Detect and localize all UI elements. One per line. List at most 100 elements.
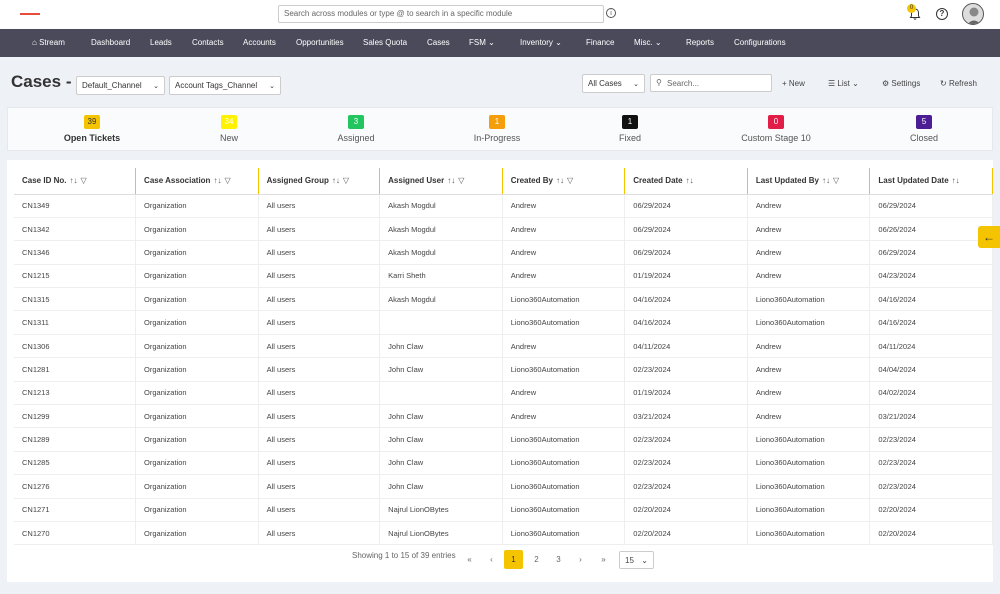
table-row[interactable]: CN1311 Organization All users Liono360Autom… [14,310,993,335]
table-row[interactable]: CN1315 Organization All users Akash Mogdul L… [14,287,993,312]
table-cell: 02/23/2024 [624,357,748,382]
table-row[interactable]: CN1342 Organization All users Akash Mogdul A… [14,217,993,242]
column-header[interactable]: Case Association ↑↓ ▽ [135,168,259,195]
sort-icon[interactable]: ↑↓ [822,176,830,185]
table-cell: CN1311 [14,310,137,335]
nav-item-stream[interactable]: ⌂ Stream [32,38,65,47]
stage-open-tickets[interactable]: 39 Open Tickets [37,115,147,143]
table-row[interactable]: CN1289 Organization All users John Claw Lion… [14,427,993,452]
search-input[interactable]: ⚲ Search... [650,74,772,92]
table-row[interactable]: CN1271 Organization All users Najrul LionOB… [14,498,993,522]
stage-closed[interactable]: 5 Closed [869,115,979,143]
app-logo[interactable] [20,13,40,15]
nav-item-accounts[interactable]: Accounts [243,38,276,47]
column-header[interactable]: Last Updated Date ↑↓ [869,168,993,195]
table-cell: Najrul LionOBytes [379,521,503,546]
sort-icon[interactable]: ↑↓ [69,176,77,185]
table-cell: 03/21/2024 [869,404,993,429]
sort-icon[interactable]: ↑↓ [213,176,221,185]
next-page-button[interactable]: › [571,550,590,569]
table-row[interactable]: CN1299 Organization All users John Claw Andr… [14,404,993,429]
filter-icon[interactable]: ▽ [567,176,573,185]
table-cell: 06/29/2024 [624,194,748,218]
nav-item-configurations[interactable]: Configurations [734,38,786,47]
settings-button[interactable]: ⚙ Settings [882,79,920,88]
nav-item-misc[interactable]: Misc. ⌄ [634,38,662,47]
table-cell: CN1281 [14,357,137,382]
per-page-select[interactable]: 15 ⌄ [619,551,654,569]
list-view-button[interactable]: ☰ List ⌄ [828,79,859,88]
nav-item-dashboard[interactable]: Dashboard [91,38,130,47]
table-cell: All users [258,451,381,476]
filter-select[interactable]: All Cases ⌄ [582,74,645,93]
table-row[interactable]: CN1213 Organization All users Andrew 01/19/2… [14,381,993,406]
channel-select[interactable]: Default_Channel ⌄ [76,76,165,95]
page-button-1[interactable]: 1 [504,550,523,569]
column-label: Case Association [144,176,211,186]
side-panel-toggle[interactable]: ← [978,226,1000,248]
refresh-button[interactable]: ↻ Refresh [940,79,977,88]
table-cell: Organization [135,217,259,242]
filter-icon[interactable]: ▽ [343,176,349,185]
column-header[interactable]: Assigned Group ↑↓ ▽ [258,168,381,195]
stage-assigned[interactable]: 3 Assigned [301,115,411,143]
sort-icon[interactable]: ↑↓ [952,176,960,185]
table-row[interactable]: CN1281 Organization All users John Claw Lion… [14,357,993,382]
filter-icon[interactable]: ▽ [458,176,464,185]
table-cell: Organization [135,451,259,476]
table-row[interactable]: CN1349 Organization All users Akash Mogdul A… [14,194,993,218]
table-cell: Liono360Automation [747,451,871,476]
table-row[interactable]: CN1215 Organization All users Karri Sheth An… [14,264,993,289]
table-row[interactable]: CN1346 Organization All users Akash Mogdul A… [14,240,993,265]
table-cell: Andrew [747,381,871,406]
stage-label: Closed [909,133,938,143]
column-header[interactable]: Case ID No. ↑↓ ▽ [14,168,137,195]
table-cell: 04/16/2024 [624,310,748,335]
column-header[interactable]: Created Date ↑↓ [624,168,748,195]
filter-icon[interactable]: ▽ [833,176,839,185]
page-button-3[interactable]: 3 [549,550,568,569]
stage-fixed[interactable]: 1 Fixed [575,115,685,143]
table-row[interactable]: CN1306 Organization All users John Claw Andr… [14,334,993,359]
stage-new[interactable]: 34 New [174,115,284,143]
table-row[interactable]: CN1285 Organization All users John Claw Lion… [14,451,993,476]
nav-item-sales-quota[interactable]: Sales Quota [363,38,407,47]
nav-item-leads[interactable]: Leads [150,38,172,47]
column-header[interactable]: Assigned User ↑↓ ▽ [379,168,503,195]
avatar[interactable] [962,3,984,25]
table-cell: 06/29/2024 [624,240,748,265]
sort-icon[interactable]: ↑↓ [447,176,455,185]
table-cell: All users [258,334,381,359]
first-page-button[interactable]: « [460,550,479,569]
help-icon[interactable]: ? [936,8,948,20]
user-avatar-icon [967,7,981,24]
filter-icon[interactable]: ▽ [80,176,86,185]
nav-item-inventory[interactable]: Inventory ⌄ [520,38,562,47]
nav-item-contacts[interactable]: Contacts [192,38,224,47]
nav-item-finance[interactable]: Finance [586,38,614,47]
table-row[interactable]: CN1270 Organization All users Najrul LionOB… [14,521,993,546]
nav-item-fsm[interactable]: FSM ⌄ [469,38,495,47]
stage-in-progress[interactable]: 1 In-Progress [442,115,552,143]
last-page-button[interactable]: » [594,550,613,569]
page-button-2[interactable]: 2 [527,550,546,569]
filter-icon[interactable]: ▽ [224,176,230,185]
column-header[interactable]: Last Updated By ↑↓ ▽ [747,168,871,195]
table-row[interactable]: CN1276 Organization All users John Claw Lion… [14,474,993,499]
sort-icon[interactable]: ↑↓ [556,176,564,185]
column-header[interactable]: Created By ↑↓ ▽ [502,168,626,195]
stage-custom-10[interactable]: 0 Custom Stage 10 [721,115,831,143]
sort-icon[interactable]: ↑↓ [332,176,340,185]
new-button[interactable]: + New [782,79,805,88]
nav-item-opportunities[interactable]: Opportunities [296,38,344,47]
nav-item-reports[interactable]: Reports [686,38,714,47]
sort-icon[interactable]: ↑↓ [686,176,694,185]
top-bar: Search across modules or type @ to searc… [0,0,1000,29]
tags-select[interactable]: Account Tags_Channel ⌄ [169,76,281,95]
global-search-input[interactable]: Search across modules or type @ to searc… [278,5,604,23]
nav-item-cases[interactable]: Cases [427,38,450,47]
info-icon[interactable]: i [606,8,616,18]
stage-count: 1 [489,115,505,129]
prev-page-button[interactable]: ‹ [482,550,501,569]
stage-label: Fixed [618,133,641,143]
